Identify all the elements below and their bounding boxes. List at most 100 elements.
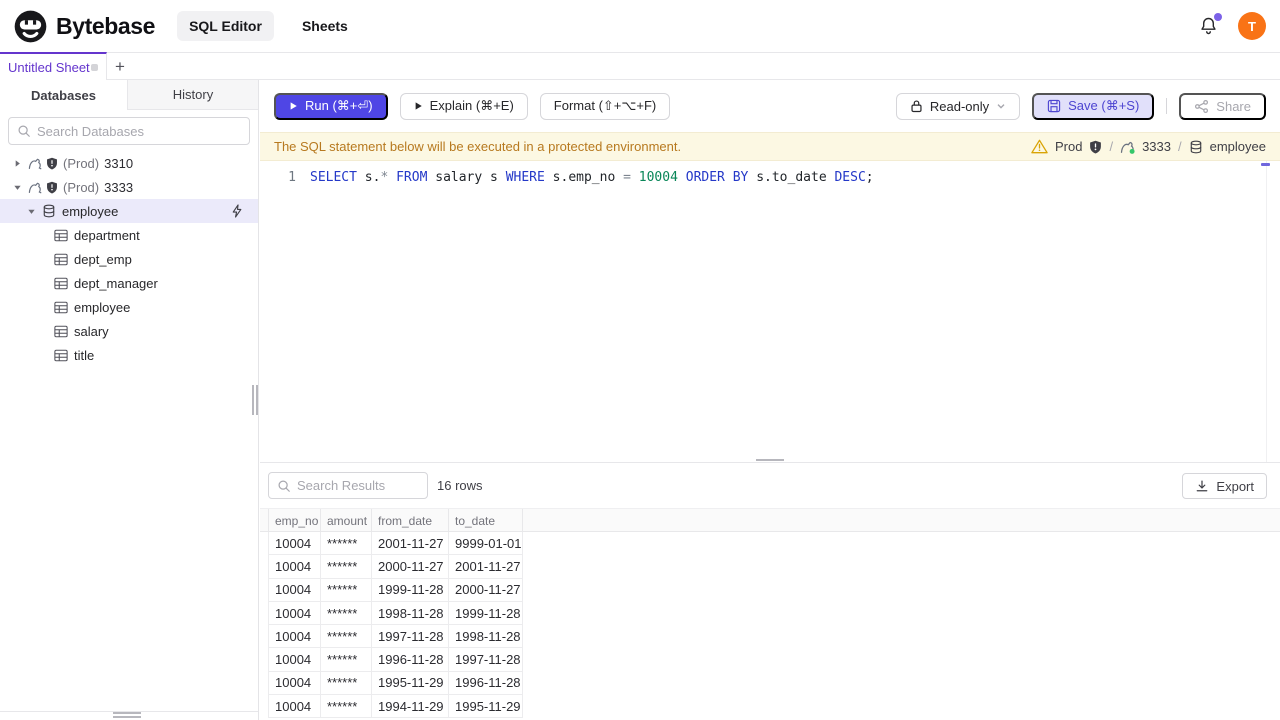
result-row[interactable]: 10004 ****** 2000-11-27 2001-11-27: [268, 555, 523, 579]
sidebar-instance-3310[interactable]: (Prod) 3310: [0, 151, 258, 175]
shield-icon: [1089, 140, 1102, 154]
breadcrumb-separator: /: [1109, 139, 1114, 154]
sidebar-table-item[interactable]: dept_emp: [0, 247, 258, 271]
database-tree: (Prod) 3310 (Prod) 3333 employee departm…: [0, 151, 258, 367]
database-name: employee: [62, 203, 119, 219]
result-row[interactable]: 10004 ****** 1998-11-28 1999-11-28: [268, 601, 523, 626]
result-row[interactable]: 10004 ****** 1997-11-28 1998-11-28: [268, 625, 523, 649]
sidebar-tabs: Databases History: [0, 80, 258, 110]
share-button[interactable]: Share: [1179, 92, 1266, 120]
sidebar-table-item[interactable]: department: [0, 223, 258, 247]
sql-code-line[interactable]: 1 SELECT s.* FROM salary s WHERE s.emp_n…: [260, 161, 1280, 187]
overview-ruler-mark: [1261, 163, 1270, 166]
sheet-tab-label: Untitled Sheet: [8, 60, 90, 75]
table-name: dept_emp: [74, 251, 132, 267]
sheet-tab-bar: Untitled Sheet +: [0, 52, 1280, 81]
result-cell: 10004: [268, 578, 321, 602]
export-button[interactable]: Export: [1182, 473, 1267, 499]
result-row[interactable]: 10004 ****** 1996-11-28 1997-11-28: [268, 648, 523, 672]
sql-statement: SELECT s.* FROM salary s WHERE s.emp_no …: [310, 170, 874, 185]
result-cell: 1999-11-28: [372, 578, 449, 602]
column-header-amount[interactable]: amount: [321, 509, 372, 532]
tab-databases[interactable]: Databases: [0, 80, 128, 110]
mysql-icon: [28, 180, 42, 194]
result-cell: ******: [321, 532, 372, 556]
warning-icon: [1031, 139, 1048, 154]
sidebar-resize-handle[interactable]: [252, 385, 258, 415]
result-row[interactable]: 10004 ****** 1999-11-28 2000-11-27: [268, 578, 523, 602]
result-cell: 10004: [268, 601, 321, 626]
save-button[interactable]: Save (⌘+S): [1032, 92, 1155, 120]
line-number: 1: [288, 170, 296, 185]
sidebar-table-item[interactable]: salary: [0, 319, 258, 343]
results-panel: 16 rows Export emp_noamountfrom_dateto_d…: [260, 463, 1280, 720]
table-icon: [54, 349, 68, 362]
chevron-down-icon[interactable]: [12, 183, 22, 192]
result-cell: 2000-11-27: [372, 555, 449, 579]
notification-bell-icon[interactable]: [1198, 13, 1222, 37]
sidebar-panel-drag-handle[interactable]: [113, 712, 141, 718]
explain-button[interactable]: Explain (⌘+E): [399, 92, 528, 120]
search-databases-input[interactable]: [37, 123, 241, 139]
header-right: T: [1198, 12, 1266, 40]
toolbar-divider: [1166, 98, 1168, 114]
column-header-emp_no[interactable]: emp_no: [268, 509, 321, 532]
table-list: department dept_emp dept_manager employe…: [0, 223, 258, 367]
editor-scrollbar[interactable]: [1266, 161, 1267, 462]
tab-untitled-sheet[interactable]: Untitled Sheet: [0, 52, 107, 81]
bytebase-sql-editor: Bytebase SQL Editor Sheets T Untitled Sh…: [0, 0, 1280, 720]
table-icon: [54, 229, 68, 242]
result-cell: 1996-11-28: [372, 648, 449, 672]
mysql-icon: [28, 156, 42, 170]
nav-sql-editor[interactable]: SQL Editor: [177, 11, 274, 41]
result-cell: ******: [321, 695, 372, 719]
sidebar-table-item[interactable]: dept_manager: [0, 271, 258, 295]
result-cell: 1996-11-28: [449, 671, 523, 696]
column-header-from_date[interactable]: from_date: [372, 509, 449, 532]
table-name: employee: [74, 299, 131, 315]
result-cell: 1999-11-28: [449, 601, 523, 626]
result-cell: 1995-11-29: [449, 695, 523, 719]
result-cell: ******: [321, 625, 372, 649]
sidebar-table-item[interactable]: employee: [0, 295, 258, 319]
sidebar-database-employee[interactable]: employee: [0, 199, 258, 223]
search-icon: [277, 479, 291, 493]
result-cell: 10004: [268, 695, 321, 719]
result-row[interactable]: 10004 ****** 1995-11-29 1996-11-28: [268, 671, 523, 696]
table-name: salary: [74, 323, 109, 339]
environment-label: (Prod): [63, 155, 100, 171]
readonly-dropdown[interactable]: Read-only: [895, 92, 1021, 120]
lightning-icon[interactable]: [231, 204, 244, 218]
tab-history[interactable]: History: [128, 80, 258, 109]
add-sheet-button[interactable]: +: [107, 53, 133, 80]
top-nav: SQL Editor Sheets: [177, 11, 360, 41]
sql-editor[interactable]: 1 SELECT s.* FROM salary s WHERE s.emp_n…: [260, 161, 1280, 462]
format-button[interactable]: Format (⇧+⌥+F): [539, 92, 671, 120]
chevron-right-icon[interactable]: [12, 159, 22, 168]
database-name: employee: [1209, 139, 1266, 154]
table-name: department: [74, 227, 140, 243]
sidebar-instance-3333[interactable]: (Prod) 3333: [0, 175, 258, 199]
instance-name: 3333: [104, 179, 134, 195]
result-cell: 1997-11-28: [372, 625, 449, 649]
shield-icon: [46, 157, 58, 170]
search-results-input[interactable]: [297, 478, 419, 493]
avatar[interactable]: T: [1238, 12, 1266, 40]
result-cell: 10004: [268, 555, 321, 579]
play-icon: [289, 101, 298, 111]
chevron-down-icon[interactable]: [26, 207, 36, 216]
column-header-to_date[interactable]: to_date: [449, 509, 523, 532]
run-button[interactable]: Run (⌘+⏎): [274, 92, 388, 120]
result-row[interactable]: 10004 ****** 2001-11-27 9999-01-01: [268, 532, 523, 556]
bytebase-logo-icon: [14, 10, 47, 43]
shield-icon: [46, 181, 58, 194]
play-icon: [414, 101, 423, 111]
sidebar-table-item[interactable]: title: [0, 343, 258, 367]
table-icon: [54, 325, 68, 338]
result-cell: ******: [321, 601, 372, 626]
environment-label: (Prod): [63, 179, 100, 195]
result-cell: 10004: [268, 532, 321, 556]
connection-breadcrumb: Prod / 3333 / employee: [1031, 139, 1266, 154]
nav-sheets[interactable]: Sheets: [290, 11, 360, 41]
result-row[interactable]: 10004 ****** 1994-11-29 1995-11-29: [268, 695, 523, 719]
